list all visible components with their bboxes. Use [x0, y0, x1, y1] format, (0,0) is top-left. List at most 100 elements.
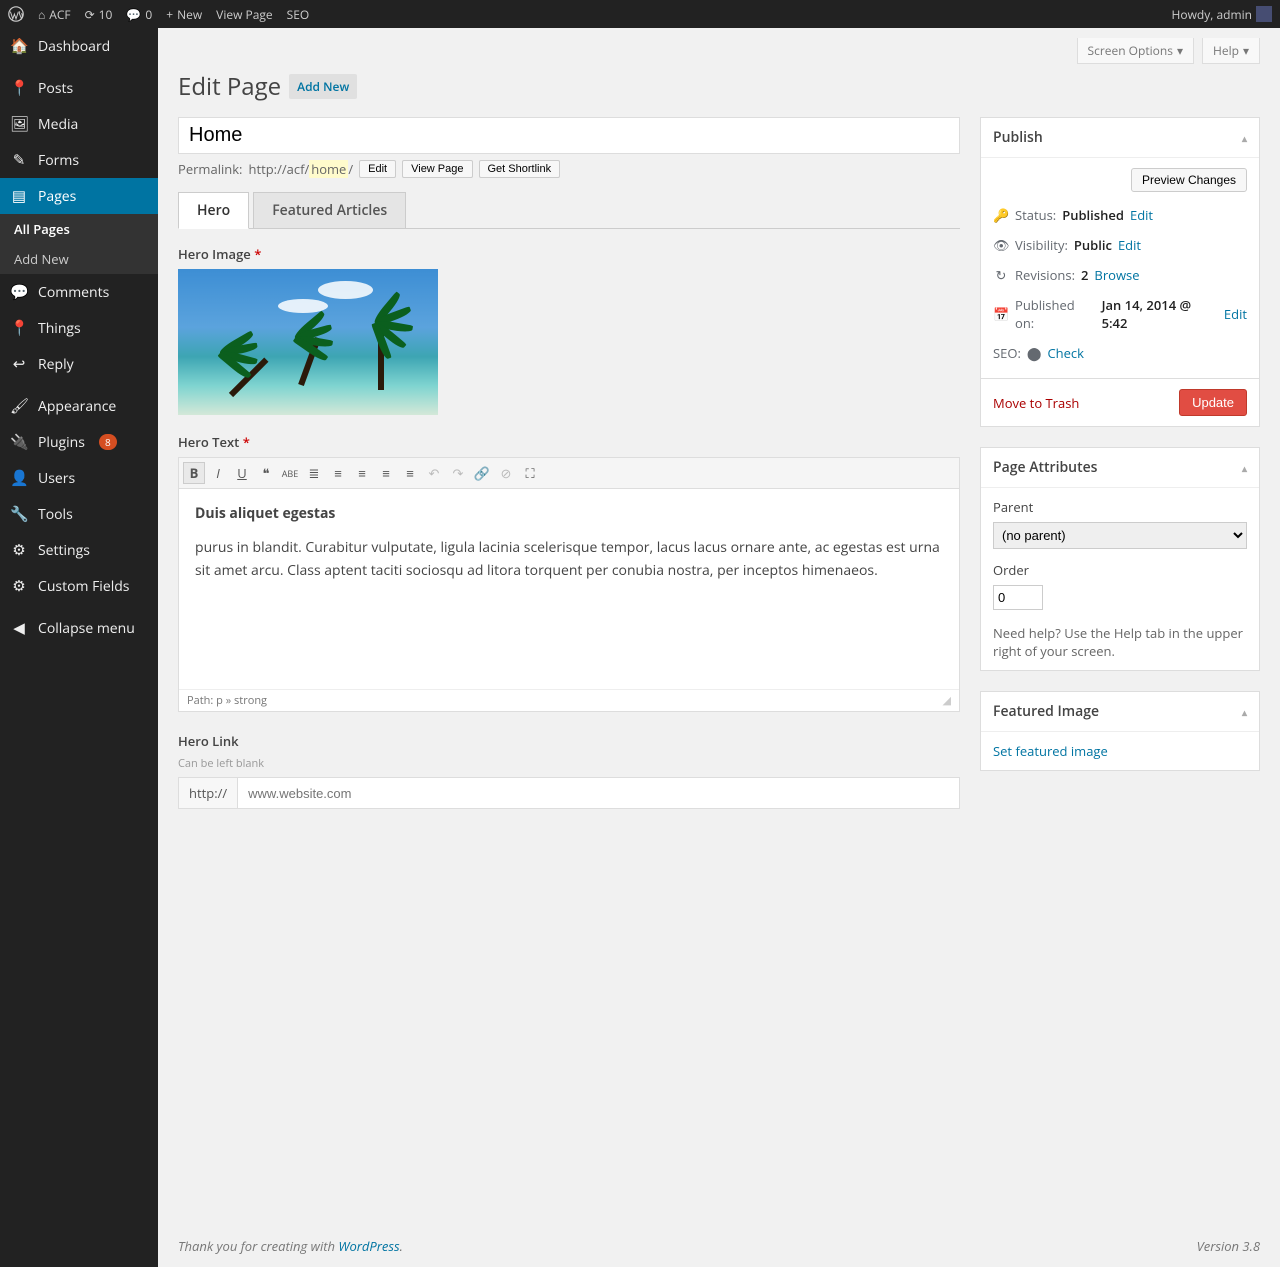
- menu-custom-fields[interactable]: ⚙Custom Fields: [0, 568, 158, 604]
- publish-box: Publish▴ Preview Changes 🔑Status: Publis…: [980, 117, 1260, 427]
- hero-image-label: Hero Image *: [178, 245, 960, 263]
- version-text: Version 3.8: [1197, 1237, 1260, 1255]
- menu-forms[interactable]: ✎Forms: [0, 142, 158, 178]
- footer: Thank you for creating with WordPress. V…: [158, 1225, 1280, 1267]
- editor-content[interactable]: Duis aliquet egestas purus in blandit. C…: [179, 489, 959, 689]
- collapse-menu[interactable]: ◀Collapse menu: [0, 610, 158, 646]
- move-to-trash-link[interactable]: Move to Trash: [993, 394, 1079, 412]
- menu-users[interactable]: 👤Users: [0, 460, 158, 496]
- set-featured-image-link[interactable]: Set featured image: [993, 742, 1108, 760]
- menu-appearance[interactable]: 🖌Appearance: [0, 388, 158, 424]
- gear-icon: ⚙: [10, 576, 28, 596]
- bullet-list-button[interactable]: ≣: [303, 462, 325, 484]
- shortlink-button[interactable]: Get Shortlink: [479, 160, 561, 178]
- permalink-edit-button[interactable]: Edit: [359, 160, 396, 178]
- wrench-icon: 🔧: [10, 504, 28, 524]
- strike-button[interactable]: ABE: [279, 462, 301, 484]
- order-input[interactable]: [993, 585, 1043, 610]
- account-link[interactable]: Howdy, admin: [1172, 6, 1272, 23]
- hero-text-label: Hero Text *: [178, 433, 960, 451]
- menu-comments[interactable]: 💬Comments: [0, 274, 158, 310]
- number-list-button[interactable]: ≡: [327, 462, 349, 484]
- page-attributes-box: Page Attributes▴ Parent (no parent) Orde…: [980, 447, 1260, 671]
- editor-path: Path: p » strong: [187, 693, 267, 708]
- new-content-link[interactable]: + New: [166, 6, 202, 23]
- italic-button[interactable]: I: [207, 462, 229, 484]
- tab-hero[interactable]: Hero: [178, 192, 249, 229]
- menu-reply[interactable]: ↩Reply: [0, 346, 158, 382]
- wordpress-link[interactable]: WordPress: [338, 1237, 399, 1255]
- sliders-icon: ⚙: [10, 540, 28, 560]
- align-right-button[interactable]: ≡: [399, 462, 421, 484]
- forms-icon: ✎: [10, 150, 28, 170]
- plug-icon: 🔌: [10, 432, 28, 452]
- tab-featured-articles[interactable]: Featured Articles: [253, 192, 406, 228]
- dashboard-icon: 🏠: [10, 36, 28, 56]
- page-attributes-header[interactable]: Page Attributes▴: [981, 448, 1259, 488]
- submenu-all-pages[interactable]: All Pages: [0, 214, 158, 244]
- menu-settings[interactable]: ⚙Settings: [0, 532, 158, 568]
- view-page-link[interactable]: View Page: [216, 6, 272, 23]
- unlink-button[interactable]: ⊘: [495, 462, 517, 484]
- comments-link[interactable]: 💬 0: [126, 6, 152, 23]
- align-center-button[interactable]: ≡: [375, 462, 397, 484]
- media-icon: 🖼: [10, 114, 28, 134]
- align-left-button[interactable]: ≡: [351, 462, 373, 484]
- parent-select[interactable]: (no parent): [993, 522, 1247, 549]
- undo-button[interactable]: ↶: [423, 462, 445, 484]
- link-button[interactable]: 🔗: [471, 462, 493, 484]
- menu-posts[interactable]: 📍Posts: [0, 70, 158, 106]
- date-edit-link[interactable]: Edit: [1224, 305, 1247, 323]
- menu-tools[interactable]: 🔧Tools: [0, 496, 158, 532]
- url-addon: http://: [179, 778, 238, 808]
- update-button[interactable]: Update: [1179, 389, 1247, 416]
- bold-button[interactable]: B: [183, 462, 205, 484]
- menu-media[interactable]: 🖼Media: [0, 106, 158, 142]
- menu-things[interactable]: 📍Things: [0, 310, 158, 346]
- history-icon: ↻: [993, 266, 1009, 284]
- fullscreen-button[interactable]: ⛶: [519, 462, 541, 484]
- hero-image-preview[interactable]: [178, 269, 438, 415]
- hero-text-editor: B I U ❝ ABE ≣ ≡ ≡ ≡ ≡ ↶ ↷ 🔗 ⊘ ⛶: [178, 457, 960, 712]
- eye-icon: 👁: [993, 236, 1009, 254]
- menu-plugins[interactable]: 🔌Plugins8: [0, 424, 158, 460]
- menu-dashboard[interactable]: 🏠Dashboard: [0, 28, 158, 64]
- seo-link[interactable]: SEO: [287, 6, 310, 23]
- publish-box-header[interactable]: Publish▴: [981, 118, 1259, 158]
- seo-check-link[interactable]: Check: [1047, 344, 1084, 362]
- permalink-row: Permalink: http://acf/home/ Edit View Pa…: [178, 160, 960, 178]
- toggle-icon: ▴: [1242, 461, 1247, 475]
- page-heading: Edit Page Add New: [178, 70, 1260, 103]
- reply-icon: ↩: [10, 354, 28, 374]
- toggle-icon: ▴: [1242, 131, 1247, 145]
- visibility-edit-link[interactable]: Edit: [1118, 236, 1141, 254]
- updates-link[interactable]: ⟳ 10: [85, 6, 113, 23]
- featured-image-box: Featured Image▴ Set featured image: [980, 691, 1260, 771]
- seo-indicator-icon: ⬤: [1027, 344, 1042, 362]
- redo-button[interactable]: ↷: [447, 462, 469, 484]
- calendar-icon: 📅: [993, 305, 1009, 323]
- pages-submenu: All Pages Add New: [0, 214, 158, 274]
- status-edit-link[interactable]: Edit: [1130, 206, 1153, 224]
- add-new-button[interactable]: Add New: [289, 74, 357, 99]
- site-name-link[interactable]: ⌂ ACF: [38, 6, 71, 23]
- pin-icon: 📍: [10, 78, 28, 98]
- quote-button[interactable]: ❝: [255, 462, 277, 484]
- featured-image-header[interactable]: Featured Image▴: [981, 692, 1259, 732]
- title-input[interactable]: [178, 117, 960, 154]
- browse-revisions-link[interactable]: Browse: [1094, 266, 1139, 284]
- underline-button[interactable]: U: [231, 462, 253, 484]
- hero-link-input[interactable]: [238, 778, 959, 808]
- pin-icon: 📍: [10, 318, 28, 338]
- screen-options-button[interactable]: Screen Options ▾: [1077, 38, 1195, 64]
- help-button[interactable]: Help ▾: [1202, 38, 1260, 64]
- resize-handle[interactable]: ◢: [943, 693, 951, 708]
- key-icon: 🔑: [993, 206, 1009, 224]
- wp-logo[interactable]: [8, 6, 24, 22]
- view-page-button[interactable]: View Page: [402, 160, 472, 178]
- parent-label: Parent: [993, 498, 1247, 516]
- submenu-add-new[interactable]: Add New: [0, 244, 158, 274]
- menu-pages[interactable]: ▤Pages: [0, 178, 158, 214]
- admin-bar: ⌂ ACF ⟳ 10 💬 0 + New View Page SEO Howdy…: [0, 0, 1280, 28]
- preview-changes-button[interactable]: Preview Changes: [1131, 168, 1247, 192]
